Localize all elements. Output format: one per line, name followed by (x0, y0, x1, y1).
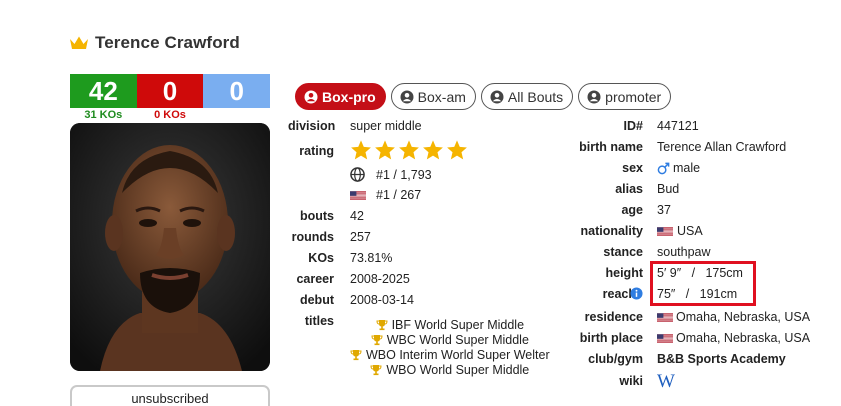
male-icon (657, 162, 670, 174)
country-rank-value: #1 / 267 (376, 188, 422, 202)
height-label: height (605, 266, 644, 280)
title-name: WBC World Super Middle (386, 333, 529, 347)
loss-kos: 0 KOs (154, 109, 186, 121)
nationality-value[interactable]: USA (657, 224, 703, 238)
birth-name-label: birth name (579, 140, 643, 154)
sex-label: sex (622, 161, 643, 175)
wiki-label: wiki (619, 374, 643, 388)
draw-kos-spacer (203, 109, 270, 121)
trophy-icon (371, 335, 383, 346)
title-item[interactable]: WBO World Super Middle (370, 363, 529, 377)
info-icon[interactable] (630, 287, 643, 300)
win-kos: 31 KOs (84, 109, 123, 121)
stance-label: stance (603, 245, 643, 259)
trophy-icon (350, 350, 362, 361)
star-icon (375, 140, 395, 160)
user-icon (587, 90, 601, 103)
id-label: ID# (623, 119, 643, 133)
globe-icon (350, 167, 365, 182)
wikipedia-icon[interactable]: W (657, 371, 675, 393)
highlight-box (650, 261, 756, 306)
record-bar: 42 0 0 (70, 74, 271, 108)
title-item[interactable]: IBF World Super Middle (376, 318, 524, 332)
tab-label: Box-am (417, 88, 466, 105)
title-name: IBF World Super Middle (391, 318, 525, 332)
subscribe-button[interactable]: unsubscribed (70, 385, 270, 406)
title-name: WBO Interim World Super Welter (366, 348, 550, 362)
trophy-icon (376, 320, 388, 331)
id-value: 447121 (657, 119, 699, 133)
record-tabs: Box-pro Box-am All Bouts promoter (295, 83, 672, 110)
titles-list: IBF World Super Middle WBC World Super M… (350, 318, 550, 377)
stance-value: southpaw (657, 245, 711, 259)
us-flag-icon (657, 333, 673, 343)
tab-label: All Bouts (507, 88, 564, 105)
losses-count: 0 (136, 74, 204, 108)
trophy-icon (370, 365, 382, 376)
age-value: 37 (657, 203, 671, 217)
star-icon (447, 140, 467, 160)
career-label: career (296, 272, 334, 286)
alias-value: Bud (657, 182, 680, 196)
rating-label: rating (299, 144, 334, 158)
alias-label: alias (615, 182, 643, 196)
tab-promoter[interactable]: promoter (578, 83, 672, 110)
world-rank-value: #1 / 1,793 (376, 167, 432, 182)
star-icon (423, 140, 443, 160)
crown-icon (70, 36, 88, 49)
wins-count: 42 (70, 74, 137, 108)
kos-label: KOs (308, 251, 334, 265)
us-flag-icon (657, 312, 673, 322)
career-value: 2008-2025 (350, 272, 410, 286)
star-icon (351, 140, 371, 160)
title-item[interactable]: WBO Interim World Super Welter (350, 348, 550, 362)
reach-label: reach (602, 287, 636, 301)
star-icon (399, 140, 419, 160)
bouts-label: bouts (299, 209, 334, 223)
nationality-text: USA (677, 224, 703, 238)
debut-label: debut (299, 293, 334, 307)
division-label: division (288, 119, 336, 133)
tab-all-bouts[interactable]: All Bouts (480, 83, 574, 110)
birth-place-value[interactable]: Omaha, Nebraska, USA (657, 331, 810, 345)
boxer-header: Terence Crawford (69, 33, 240, 53)
bouts-value: 42 (350, 209, 364, 223)
division-value[interactable]: super middle (350, 119, 422, 133)
user-icon (304, 90, 318, 103)
birth-name-value: Terence Allan Crawford (657, 140, 787, 154)
residence-text: Omaha, Nebraska, USA (676, 310, 811, 324)
world-rank[interactable]: #1 / 1,793 (350, 167, 432, 182)
nationality-label: nationality (580, 224, 643, 238)
birth-place-text: Omaha, Nebraska, USA (676, 331, 811, 345)
draws-count: 0 (203, 74, 271, 108)
title-name: WBO World Super Middle (386, 363, 530, 377)
tab-box-am[interactable]: Box-am (390, 83, 476, 110)
ko-row: 31 KOs 0 KOs (70, 109, 270, 121)
us-flag-icon (657, 226, 673, 236)
residence-value[interactable]: Omaha, Nebraska, USA (657, 310, 810, 324)
age-label: age (621, 203, 643, 217)
title-item[interactable]: WBC World Super Middle (371, 333, 529, 347)
sex-text: male (673, 161, 701, 175)
rounds-value: 257 (350, 230, 371, 244)
tab-label: promoter (605, 88, 662, 105)
tab-label: Box-pro (322, 88, 376, 105)
rating-stars (350, 139, 468, 161)
kos-value: 73.81% (350, 251, 393, 265)
us-flag-icon (350, 190, 366, 200)
rounds-label: rounds (291, 230, 334, 244)
tab-box-pro[interactable]: Box-pro (295, 83, 386, 110)
user-icon (490, 90, 504, 103)
sex-value: male (657, 161, 700, 175)
user-icon (400, 90, 414, 103)
club-label: club/gym (588, 352, 643, 366)
titles-label: titles (304, 314, 334, 328)
birth-place-label: birth place (579, 331, 643, 345)
residence-label: residence (584, 310, 643, 324)
club-value[interactable]: B&B Sports Academy (657, 352, 786, 366)
country-rank[interactable]: #1 / 267 (350, 188, 421, 202)
boxer-name: Terence Crawford (95, 33, 240, 52)
boxer-photo (70, 123, 270, 371)
debut-value: 2008-03-14 (350, 293, 414, 307)
